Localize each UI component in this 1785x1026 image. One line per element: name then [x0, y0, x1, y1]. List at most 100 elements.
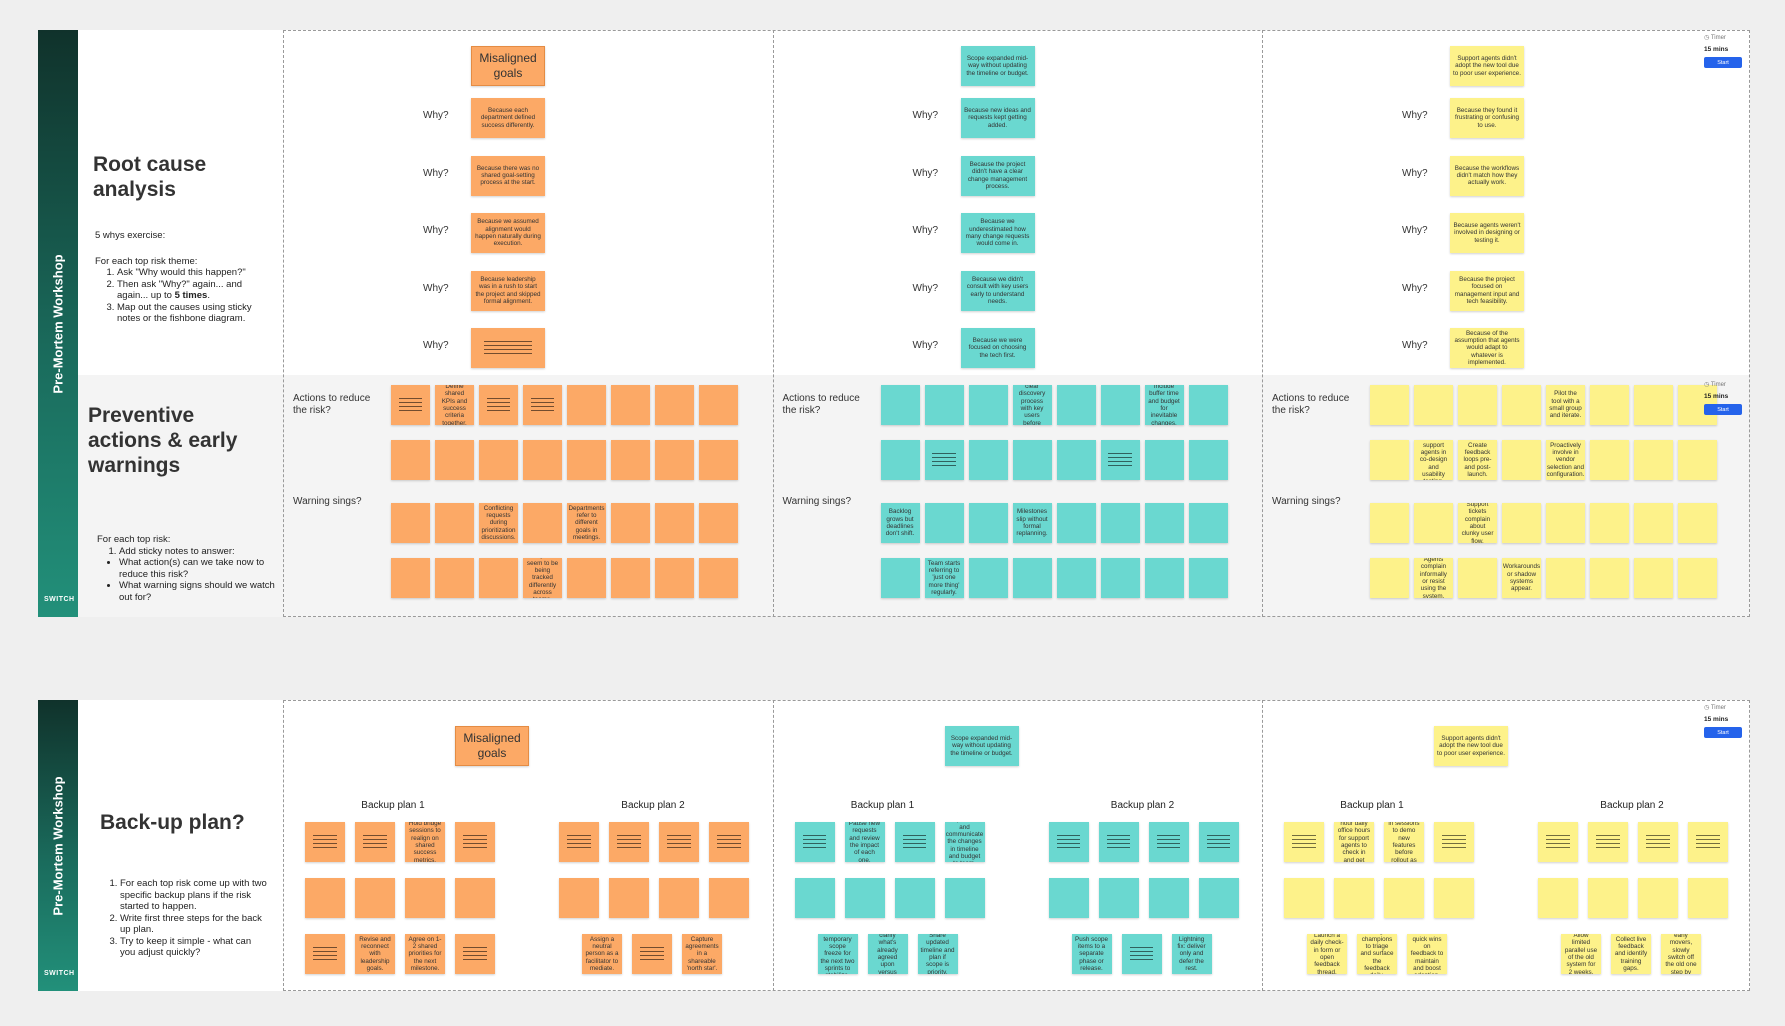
sticky-note[interactable] [699, 558, 738, 598]
sticky-note[interactable] [1590, 385, 1629, 425]
sticky-note[interactable]: Because of the assumption that agents wo… [1450, 328, 1524, 368]
sticky-note[interactable]: Revise and reconnect with leadership goa… [355, 934, 395, 974]
sticky-note[interactable] [1048, 878, 1089, 918]
sticky-note[interactable]: Support tickets complain about clunky us… [1458, 503, 1497, 543]
sticky-note[interactable] [880, 385, 920, 425]
sticky-note[interactable] [1538, 822, 1578, 862]
sticky-note[interactable] [655, 503, 694, 543]
sticky-note[interactable]: Define shared KPIs and success criteria … [435, 385, 474, 425]
sticky-note[interactable]: Because new ideas and requests kept gett… [960, 98, 1035, 138]
sticky-note[interactable] [1546, 503, 1585, 543]
sticky-note[interactable] [435, 558, 474, 598]
sticky-note[interactable]: Support agents didn't adopt the new tool… [1450, 46, 1524, 86]
sticky-note[interactable]: Agents complain informally or resist usi… [1414, 558, 1453, 598]
sticky-note[interactable] [1188, 440, 1228, 480]
sticky-note[interactable] [709, 822, 749, 862]
timer-start-button[interactable]: Start [1704, 727, 1742, 738]
sticky-note[interactable] [844, 878, 885, 918]
sticky-note[interactable] [880, 440, 920, 480]
sticky-note[interactable] [523, 440, 562, 480]
sticky-note[interactable] [968, 503, 1008, 543]
sticky-note[interactable] [523, 385, 562, 425]
sticky-note[interactable] [611, 558, 650, 598]
sticky-note[interactable] [391, 558, 430, 598]
sticky-note[interactable]: Create feedback loops pre- and post-laun… [1458, 440, 1497, 480]
sticky-note[interactable] [567, 558, 606, 598]
sticky-note[interactable] [968, 385, 1008, 425]
sticky-note[interactable] [1634, 385, 1673, 425]
sticky-note[interactable] [1588, 822, 1628, 862]
sticky-note[interactable]: Assign a neutral person as a facilitator… [582, 934, 622, 974]
sticky-note[interactable]: Departments refer to different goals in … [567, 503, 606, 543]
sticky-note[interactable] [1100, 440, 1140, 480]
sticky-note[interactable]: Review and clarify what's already agreed… [867, 934, 908, 974]
sticky-note[interactable] [699, 385, 738, 425]
sticky-note[interactable] [1148, 878, 1189, 918]
sticky-note[interactable]: Transition early movers, slowly switch o… [1661, 934, 1701, 974]
sticky-note[interactable]: Launch a daily check-in form or open fee… [1307, 934, 1347, 974]
sticky-note[interactable] [1056, 558, 1096, 598]
sticky-note[interactable] [435, 440, 474, 480]
sticky-note[interactable]: Because we assumed alignment would happe… [471, 213, 545, 253]
sticky-note[interactable]: Misaligned goals [471, 46, 545, 86]
sticky-note[interactable] [1590, 440, 1629, 480]
sticky-note[interactable] [355, 822, 395, 862]
sticky-note[interactable] [944, 878, 985, 918]
sticky-note[interactable] [894, 878, 935, 918]
sticky-note[interactable] [794, 822, 835, 862]
sticky-note[interactable]: Because each department defined success … [471, 98, 545, 138]
sticky-note[interactable] [355, 878, 395, 918]
sticky-note[interactable] [1188, 558, 1228, 598]
sticky-note[interactable] [1148, 822, 1189, 862]
sticky-note[interactable] [1144, 440, 1184, 480]
sticky-note[interactable] [709, 878, 749, 918]
sticky-note[interactable] [1502, 440, 1541, 480]
timer-start-button[interactable]: Start [1704, 404, 1742, 415]
sticky-note[interactable] [455, 822, 495, 862]
sticky-note[interactable] [1056, 385, 1096, 425]
timer-start-button[interactable]: Start [1704, 57, 1742, 68]
sticky-note[interactable] [1634, 440, 1673, 480]
sticky-note[interactable]: Because the project focused on managemen… [1450, 270, 1524, 311]
sticky-note[interactable] [655, 385, 694, 425]
sticky-note[interactable] [1012, 440, 1052, 480]
sticky-note[interactable] [1638, 878, 1678, 918]
sticky-note[interactable] [1634, 558, 1673, 598]
sticky-note[interactable] [455, 878, 495, 918]
sticky-note[interactable] [1098, 878, 1139, 918]
sticky-note[interactable] [1370, 385, 1409, 425]
sticky-note[interactable] [611, 503, 650, 543]
sticky-note[interactable] [391, 440, 430, 480]
sticky-note[interactable]: Allow limited parallel use of the old sy… [1561, 934, 1601, 974]
sticky-note[interactable]: Because we underestimated how many chang… [960, 213, 1035, 253]
sticky-note[interactable] [567, 385, 606, 425]
sticky-note[interactable] [1198, 822, 1239, 862]
sticky-note[interactable]: Reprioritise and communicate the changes… [944, 822, 985, 862]
sticky-note[interactable]: Assign champions to triage and surface t… [1357, 934, 1397, 974]
sticky-note[interactable]: Include buffer time and budget for inevi… [1144, 385, 1184, 425]
sticky-note[interactable] [1384, 878, 1424, 918]
sticky-note[interactable] [1098, 822, 1139, 862]
sticky-note[interactable] [924, 503, 964, 543]
sticky-note[interactable] [391, 503, 430, 543]
sticky-note[interactable] [1144, 558, 1184, 598]
sticky-note[interactable] [435, 503, 474, 543]
sticky-note[interactable]: Involve support agents in co-design and … [1414, 440, 1453, 480]
sticky-note[interactable] [559, 822, 599, 862]
sticky-note[interactable]: Introduce a temporary scope freeze for t… [817, 934, 858, 974]
sticky-note[interactable]: Deliver quick wins on feedback to mainta… [1407, 934, 1447, 974]
sticky-note[interactable] [455, 934, 495, 974]
sticky-note[interactable] [880, 558, 920, 598]
sticky-note[interactable] [405, 878, 445, 918]
sticky-note[interactable] [1100, 558, 1140, 598]
sticky-note[interactable] [1538, 878, 1578, 918]
sticky-note[interactable] [1434, 878, 1474, 918]
sticky-note[interactable]: Agree on 1-2 shared priorities for the n… [405, 934, 445, 974]
sticky-note[interactable] [1546, 558, 1585, 598]
sticky-note[interactable]: Support agents didn't adopt the new tool… [1434, 726, 1508, 766]
sticky-note[interactable] [1144, 503, 1184, 543]
sticky-note[interactable] [1678, 440, 1717, 480]
sticky-note[interactable] [1100, 503, 1140, 543]
sticky-note[interactable]: Lightning fix: deliver only and defer th… [1171, 934, 1212, 974]
sticky-note[interactable] [1458, 385, 1497, 425]
